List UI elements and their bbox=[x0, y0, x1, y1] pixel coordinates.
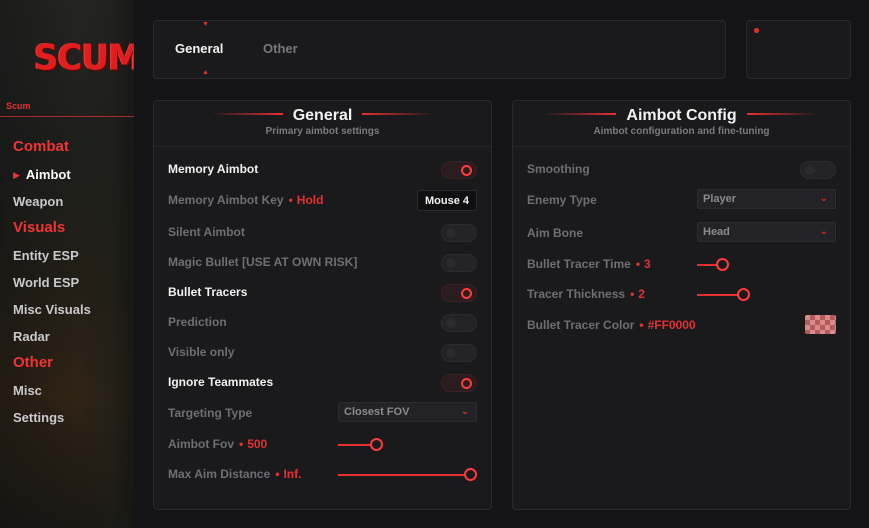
setting-label: Smoothing bbox=[527, 162, 590, 176]
app-logo: SCUM bbox=[34, 37, 134, 79]
visible-only-toggle[interactable] bbox=[441, 344, 477, 362]
tab-other[interactable]: Other bbox=[263, 41, 298, 56]
setting-label: Targeting Type bbox=[168, 406, 253, 420]
color-picker-swatch[interactable] bbox=[805, 315, 836, 334]
key-mode: Hold bbox=[296, 193, 324, 207]
ignore-teammates-toggle[interactable] bbox=[441, 374, 477, 392]
sidebar-item-radar[interactable]: Radar bbox=[0, 323, 134, 350]
prediction-toggle[interactable] bbox=[441, 314, 477, 332]
nav-section-combat: Combat bbox=[13, 138, 69, 155]
visible-only-row: Visible only bbox=[168, 343, 477, 363]
tab-indicator-top-icon: ▼ bbox=[202, 21, 209, 28]
enemy-type-select[interactable]: Player ⌄ bbox=[697, 189, 836, 209]
setting-label: Silent Aimbot bbox=[168, 225, 245, 239]
tab-bar: ▼ General ▲ Other bbox=[153, 20, 726, 79]
magic-bullet-toggle[interactable] bbox=[441, 254, 477, 272]
aim-bone-row: Aim Bone Head ⌄ bbox=[527, 222, 836, 244]
max-aim-distance-row: Max Aim Distance • Inf. bbox=[168, 465, 477, 485]
bullet-tracers-row: Bullet Tracers bbox=[168, 283, 477, 303]
slider-handle[interactable] bbox=[737, 288, 751, 301]
memory-aimbot-keybind-button[interactable]: Mouse 4 bbox=[416, 190, 477, 211]
status-dot-icon bbox=[754, 28, 759, 33]
setting-label: Memory Aimbot Key • Hold bbox=[168, 193, 324, 207]
smoothing-row: Smoothing bbox=[527, 160, 836, 180]
magic-bullet-row: Magic Bullet [USE AT OWN RISK] bbox=[168, 253, 477, 273]
panel-subtitle: Primary aimbot settings bbox=[265, 126, 380, 137]
smoothing-toggle[interactable] bbox=[800, 161, 836, 179]
setting-label: Prediction bbox=[168, 315, 227, 329]
sidebar-nav: Combat ▶ Aimbot Weapon Visuals Entity ESP… bbox=[0, 134, 134, 431]
aimbot-fov-slider[interactable] bbox=[338, 436, 477, 454]
chevron-down-icon: ⌄ bbox=[819, 226, 828, 237]
setting-label: Visible only bbox=[168, 345, 235, 359]
setting-label: Bullet Tracers bbox=[168, 285, 248, 299]
panel-subtitle: Aimbot configuration and fine-tuning bbox=[593, 126, 770, 137]
tracer-thickness-slider[interactable] bbox=[697, 286, 836, 304]
color-value: #FF0000 bbox=[647, 318, 696, 332]
slider-value: 3 bbox=[644, 257, 651, 271]
setting-label: Bullet Tracer Time • 3 bbox=[527, 257, 651, 271]
tracer-thickness-row: Tracer Thickness • 2 bbox=[527, 285, 836, 305]
slider-handle[interactable] bbox=[715, 258, 729, 271]
sidebar-item-weapon[interactable]: Weapon bbox=[0, 188, 134, 215]
status-box bbox=[746, 20, 851, 79]
nav-section-visuals: Visuals bbox=[13, 219, 66, 236]
setting-label: Memory Aimbot bbox=[168, 162, 259, 176]
slider-handle[interactable] bbox=[464, 468, 477, 481]
slider-value: Inf. bbox=[283, 467, 302, 481]
targeting-type-select[interactable]: Closest FOV ⌄ bbox=[338, 402, 477, 422]
setting-label: Magic Bullet [USE AT OWN RISK] bbox=[168, 255, 358, 269]
silent-aimbot-row: Silent Aimbot bbox=[168, 223, 477, 243]
setting-label: Tracer Thickness • 2 bbox=[527, 287, 645, 301]
ignore-teammates-row: Ignore Teammates bbox=[168, 373, 477, 393]
tab-indicator-bottom-icon: ▲ bbox=[202, 69, 209, 76]
setting-label: Aim Bone bbox=[527, 226, 584, 240]
chevron-down-icon: ⌄ bbox=[819, 193, 828, 204]
slider-value: 2 bbox=[638, 287, 645, 301]
setting-label: Enemy Type bbox=[527, 193, 597, 207]
sidebar-item-entity-esp[interactable]: Entity ESP bbox=[0, 242, 134, 269]
setting-label: Max Aim Distance • Inf. bbox=[168, 467, 302, 481]
slider-value: 500 bbox=[247, 437, 268, 451]
bullet-tracer-color-row: Bullet Tracer Color • #FF0000 bbox=[527, 315, 836, 336]
silent-aimbot-toggle[interactable] bbox=[441, 224, 477, 242]
memory-aimbot-row: Memory Aimbot bbox=[168, 160, 477, 180]
active-arrow-icon: ▶ bbox=[13, 170, 20, 180]
aimbot-config-panel: Aimbot Config Aimbot configuration and f… bbox=[512, 100, 851, 510]
panel-title: General bbox=[154, 107, 491, 125]
sidebar-item-misc-visuals[interactable]: Misc Visuals bbox=[0, 296, 134, 323]
aim-bone-select[interactable]: Head ⌄ bbox=[697, 222, 836, 242]
logo-divider bbox=[0, 116, 134, 117]
setting-label: Aimbot Fov • 500 bbox=[168, 437, 268, 451]
memory-aimbot-toggle[interactable] bbox=[441, 161, 477, 179]
setting-label: Bullet Tracer Color • #FF0000 bbox=[527, 318, 696, 332]
enemy-type-row: Enemy Type Player ⌄ bbox=[527, 189, 836, 211]
app-caption: Scum bbox=[6, 101, 31, 111]
sidebar-item-misc[interactable]: Misc bbox=[0, 377, 134, 404]
chevron-down-icon: ⌄ bbox=[460, 406, 469, 417]
bullet-tracers-toggle[interactable] bbox=[441, 284, 477, 302]
sidebar: SCUM Scum Combat ▶ Aimbot Weapon Visuals … bbox=[0, 0, 134, 528]
bullet-tracer-time-slider[interactable] bbox=[697, 256, 836, 274]
sidebar-item-settings[interactable]: Settings bbox=[0, 404, 134, 431]
panel-title: Aimbot Config bbox=[513, 107, 850, 125]
general-panel: General Primary aimbot settings Memory A… bbox=[153, 100, 492, 510]
tab-general[interactable]: General bbox=[175, 41, 223, 56]
setting-label: Ignore Teammates bbox=[168, 375, 274, 389]
targeting-type-row: Targeting Type Closest FOV ⌄ bbox=[168, 402, 477, 424]
slider-handle[interactable] bbox=[369, 438, 383, 451]
max-aim-distance-slider[interactable] bbox=[338, 466, 477, 484]
sidebar-item-world-esp[interactable]: World ESP bbox=[0, 269, 134, 296]
prediction-row: Prediction bbox=[168, 313, 477, 333]
nav-section-other: Other bbox=[13, 354, 54, 371]
aimbot-fov-row: Aimbot Fov • 500 bbox=[168, 435, 477, 455]
sidebar-item-aimbot[interactable]: ▶ Aimbot bbox=[0, 161, 134, 188]
bullet-tracer-time-row: Bullet Tracer Time • 3 bbox=[527, 255, 836, 275]
memory-aimbot-key-row: Memory Aimbot Key • Hold Mouse 4 bbox=[168, 190, 477, 211]
